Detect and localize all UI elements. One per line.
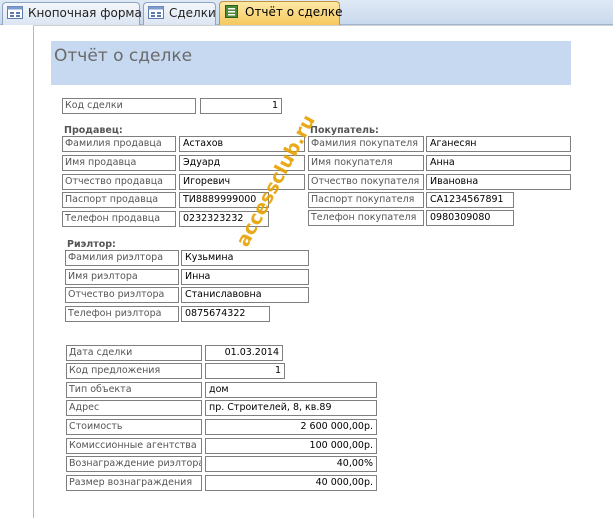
buyer-phone-label: Телефон покупателя	[308, 210, 424, 226]
buyer-patronymic-label: Отчество покупателя	[308, 174, 424, 190]
buyer-lastname-value: Аганесян	[426, 136, 571, 152]
seller-passport-label: Паспорт продавца	[62, 192, 176, 208]
tab-label: Кнопочная форма	[28, 6, 142, 20]
tab-sdelki[interactable]: Сделки	[143, 2, 216, 25]
price-label: Стоимость	[66, 419, 202, 435]
address-value: пр. Строителей, 8, кв.89	[205, 400, 377, 416]
offer-code-value: 1	[205, 363, 285, 379]
reward-amount-label: Размер вознаграждения	[66, 475, 202, 491]
realtor-section-heading: Риэлтор:	[67, 239, 116, 250]
page-border	[33, 25, 34, 518]
deal-date-label: Дата сделки	[66, 345, 202, 361]
reward-amount-value: 40 000,00р.	[205, 475, 377, 491]
object-type-label: Тип объекта	[66, 382, 202, 398]
realtor-reward-label: Вознаграждение риэлтора	[66, 456, 202, 472]
realtor-patronymic-label: Отчество риэлтора	[65, 287, 179, 303]
report-icon	[224, 4, 240, 18]
realtor-firstname-label: Имя риэлтора	[65, 269, 179, 285]
object-type-value: дом	[205, 382, 377, 398]
report-title: Отчёт о сделке	[54, 46, 193, 66]
offer-code-label: Код предложения	[66, 363, 202, 379]
price-value: 2 600 000,00р.	[205, 419, 377, 435]
buyer-passport-label: Паспорт покупателя	[308, 192, 424, 208]
form-icon	[148, 5, 164, 19]
realtor-phone-value: 0875674322	[181, 306, 270, 322]
form-icon	[7, 5, 23, 19]
realtor-patronymic-value: Станиславовна	[181, 287, 309, 303]
deal-date-value: 01.03.2014	[205, 345, 283, 361]
document-tab-bar: Кнопочная форма Сделки Отчёт о сделке	[0, 0, 613, 26]
seller-lastname-label: Фамилия продавца	[62, 136, 176, 152]
tab-label: Отчёт о сделке	[245, 5, 343, 19]
buyer-passport-value: СА1234567891	[426, 192, 514, 208]
buyer-patronymic-value: Ивановна	[426, 174, 571, 190]
realtor-phone-label: Телефон риэлтора	[65, 306, 179, 322]
realtor-firstname-value: Инна	[181, 269, 309, 285]
buyer-lastname-label: Фамилия покупателя	[308, 136, 424, 152]
realtor-lastname-value: Кузьмина	[181, 250, 309, 266]
realtor-lastname-label: Фамилия риэлтора	[65, 250, 179, 266]
tab-label: Сделки	[169, 6, 216, 20]
realtor-reward-value: 40,00%	[205, 456, 377, 472]
agency-commission-value: 100 000,00р.	[205, 438, 377, 454]
deal-code-label: Код сделки	[62, 98, 196, 114]
agency-commission-label: Комиссионные агентства	[66, 438, 202, 454]
seller-patronymic-label: Отчество продавца	[62, 174, 176, 190]
buyer-firstname-value: Анна	[426, 155, 571, 171]
deal-code-value: 1	[200, 98, 282, 114]
seller-firstname-label: Имя продавца	[62, 155, 176, 171]
seller-section-heading: Продавец:	[64, 125, 123, 136]
page-border-top	[33, 25, 613, 26]
seller-phone-label: Телефон продавца	[62, 211, 176, 227]
buyer-phone-value: 0980309080	[426, 210, 514, 226]
buyer-section-heading: Покупатель:	[310, 125, 379, 136]
tab-otchet-o-sdelke[interactable]: Отчёт о сделке	[219, 1, 343, 26]
address-label: Адрес	[66, 400, 202, 416]
buyer-firstname-label: Имя покупателя	[308, 155, 424, 171]
tab-knopochnaya-forma[interactable]: Кнопочная форма	[2, 2, 142, 25]
